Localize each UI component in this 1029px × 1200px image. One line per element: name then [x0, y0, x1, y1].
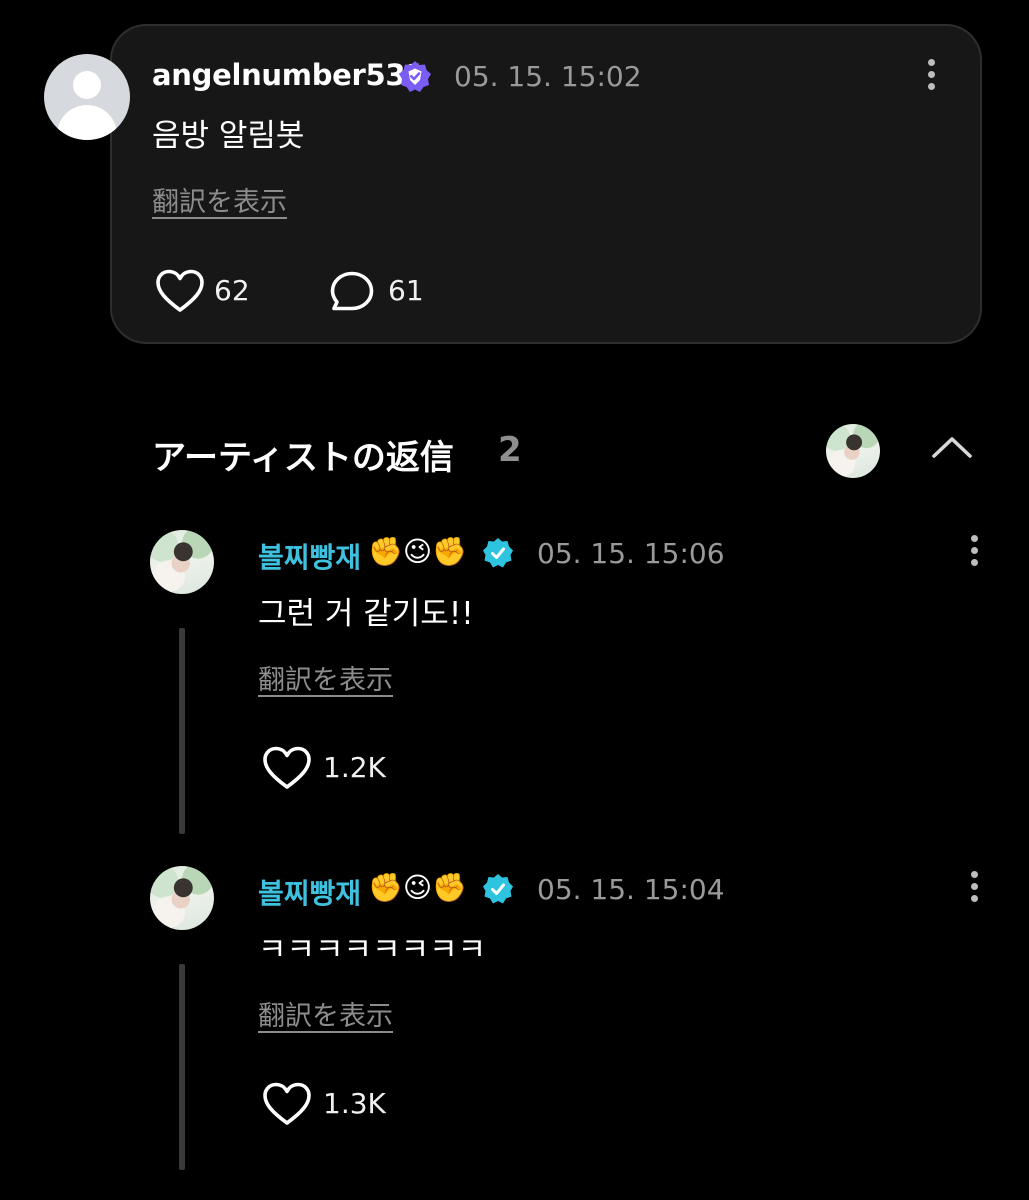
reply-translate-link[interactable]: 翻訳を表示	[258, 658, 393, 697]
reply-thread-line	[179, 964, 185, 1170]
reply-like-heart-icon[interactable]	[262, 1081, 312, 1127]
reply-avatar[interactable]	[150, 866, 214, 930]
post-comment-count: 61	[388, 274, 424, 307]
reply-like-count: 1.2K	[323, 751, 386, 784]
post-timestamp: 05. 15. 15:02	[454, 60, 642, 93]
reply-like-heart-icon[interactable]	[262, 745, 312, 791]
post-text: 음방 알림봇	[152, 118, 305, 154]
reply-username[interactable]: 볼찌빵재	[258, 536, 361, 576]
verified-badge-icon	[398, 60, 432, 94]
reply-text: 그런 거 같기도!!	[258, 596, 474, 632]
verified-artist-badge-icon	[482, 537, 514, 569]
verified-artist-badge-icon	[482, 873, 514, 905]
post-like-heart-icon[interactable]	[155, 268, 205, 314]
artist-replies-count: 2	[498, 430, 522, 470]
collapse-chevron-up-icon[interactable]	[930, 432, 974, 462]
reply-more-options-icon[interactable]	[964, 868, 984, 908]
user-avatar[interactable]	[44, 54, 130, 140]
post-comment-bubble-icon[interactable]	[329, 270, 375, 314]
reply-timestamp: 05. 15. 15:04	[537, 873, 725, 906]
reply-username-emojis: ✊😉✊	[368, 871, 467, 904]
reply-translate-link[interactable]: 翻訳を表示	[258, 994, 393, 1033]
reply-more-options-icon[interactable]	[964, 532, 984, 572]
post-like-count: 62	[214, 274, 250, 307]
avatar-head-shape	[73, 71, 101, 99]
artist-replies-title: アーティストの返信	[152, 438, 454, 478]
reply-avatar[interactable]	[150, 530, 214, 594]
reply-username[interactable]: 볼찌빵재	[258, 872, 361, 912]
avatar-body-shape	[57, 105, 117, 140]
reply-like-count: 1.3K	[323, 1087, 386, 1120]
post-translate-link[interactable]: 翻訳を表示	[152, 180, 287, 219]
reply-text: ㅋㅋㅋㅋㅋㅋㅋㅋ	[258, 932, 487, 968]
artist-avatar-small	[826, 424, 880, 478]
reply-username-emojis: ✊😉✊	[368, 535, 467, 568]
post-username[interactable]: angelnumber531	[152, 58, 425, 92]
reply-timestamp: 05. 15. 15:06	[537, 537, 725, 570]
reply-thread-line	[179, 628, 185, 834]
post-more-options-icon[interactable]	[921, 56, 941, 96]
